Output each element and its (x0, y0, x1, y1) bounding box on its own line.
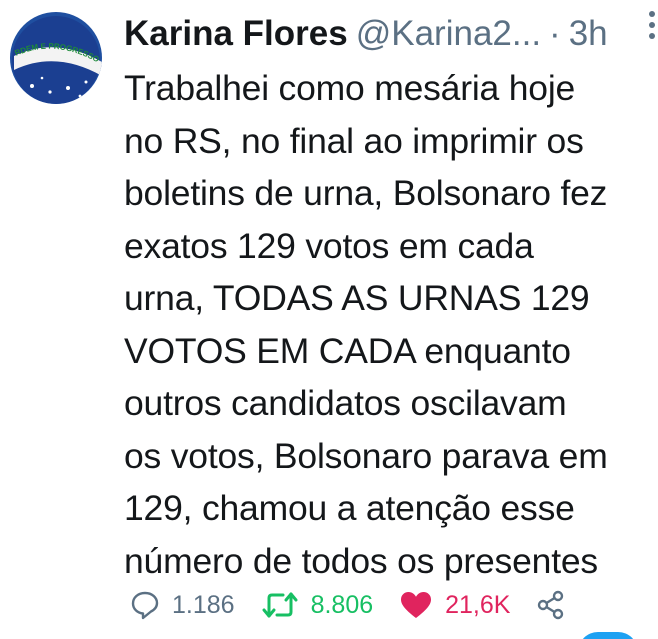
compose-fab-edge[interactable] (578, 632, 638, 639)
reply-icon (131, 591, 159, 620)
heart-icon (401, 592, 432, 618)
tweet-body: Karina Flores @Karina2... · 3h Trabalhei… (124, 10, 654, 587)
share-icon (538, 590, 564, 620)
share-button[interactable] (536, 590, 578, 620)
like-button[interactable]: 21,6K (399, 590, 510, 620)
tweet-text: Trabalhei como mesária hoje no RS, no fi… (124, 68, 608, 581)
tweet[interactable]: RDEM E PROGRESSO Karina Flores @Karina2.… (0, 0, 658, 639)
author-handle[interactable]: @Karina2... (356, 10, 541, 58)
more-vertical-icon[interactable] (648, 10, 656, 40)
author-name[interactable]: Karina Flores (124, 10, 348, 58)
brazil-flag-avatar-image: RDEM E PROGRESSO (10, 12, 102, 104)
reply-count: 1.186 (172, 590, 235, 619)
tweet-header: Karina Flores @Karina2... · 3h (124, 10, 654, 58)
action-bar: 1.186 8.806 21,6K (130, 585, 604, 625)
reply-button[interactable]: 1.186 (130, 590, 235, 620)
retweet-count: 8.806 (310, 590, 374, 619)
retweet-button[interactable]: 8.806 (261, 590, 374, 620)
like-count: 21,6K (445, 590, 511, 619)
separator-dot: · (549, 14, 561, 53)
retweet-icon (262, 592, 298, 618)
timestamp[interactable]: 3h (569, 10, 608, 58)
avatar[interactable]: RDEM E PROGRESSO (10, 12, 102, 104)
